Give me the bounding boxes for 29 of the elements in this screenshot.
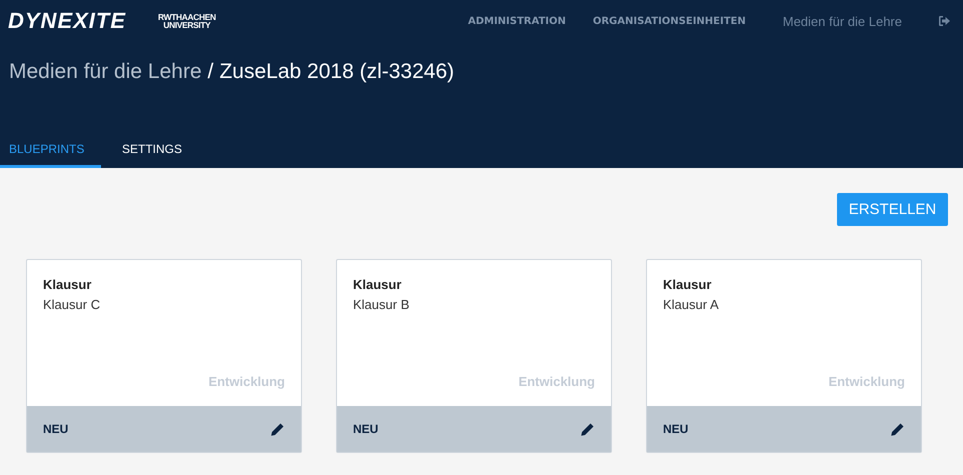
status-label: NEU bbox=[353, 422, 378, 436]
card-name: Klausur B bbox=[353, 297, 410, 312]
blueprint-card[interactable]: Klausur Klausur C Entwicklung NEU bbox=[26, 259, 302, 453]
nav-link[interactable]: ORGANISATIONSEINHEITEN bbox=[592, 16, 746, 26]
blueprint-card[interactable]: Klausur Klausur B Entwicklung NEU bbox=[336, 259, 612, 453]
card-type: Klausur bbox=[353, 277, 402, 292]
card-name: Klausur C bbox=[43, 297, 102, 312]
breadcrumb-link[interactable]: Medien für die Lehre bbox=[9, 60, 202, 84]
logo[interactable]: DYNEXITE bbox=[7, 7, 130, 35]
status-label: NEU bbox=[663, 422, 688, 436]
stage-label: Entwicklung bbox=[518, 374, 595, 389]
nav-link[interactable]: ADMINISTRATION bbox=[468, 16, 566, 26]
stage-label: Entwicklung bbox=[828, 374, 905, 389]
logout-icon[interactable] bbox=[938, 15, 951, 27]
university-logo: RWTHAACHEN UNIVERSITY bbox=[158, 13, 216, 29]
edit-icon[interactable] bbox=[890, 422, 905, 436]
breadcrumb-separator: / bbox=[208, 60, 214, 84]
context-link[interactable]: Medien für die Lehre bbox=[782, 14, 902, 28]
card-type: Klausur bbox=[663, 277, 712, 292]
edit-icon[interactable] bbox=[580, 422, 595, 436]
card-name: Klausur A bbox=[663, 297, 720, 312]
tab[interactable]: BLUEPRINTS bbox=[0, 132, 101, 168]
page-title: ZuseLab 2018 (zl-33246) bbox=[219, 60, 454, 84]
status-label: NEU bbox=[43, 422, 68, 436]
tab[interactable]: SETTINGS bbox=[101, 132, 203, 168]
card-type: Klausur bbox=[43, 277, 92, 292]
stage-label: Entwicklung bbox=[208, 374, 285, 389]
edit-icon[interactable] bbox=[270, 422, 285, 436]
blueprint-card[interactable]: Klausur Klausur A Entwicklung NEU bbox=[646, 259, 922, 453]
